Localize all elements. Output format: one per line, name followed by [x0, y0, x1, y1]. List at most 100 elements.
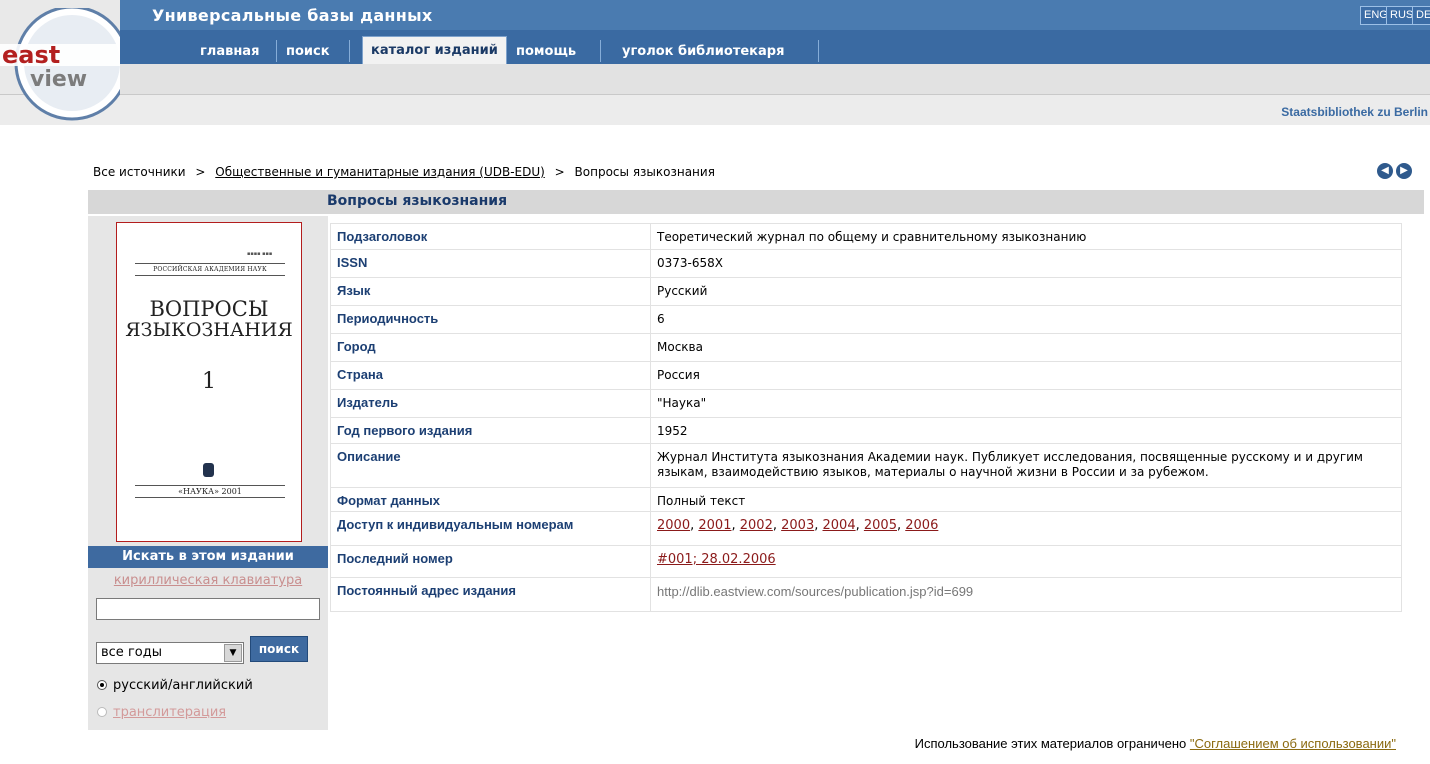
year-link-2000[interactable]: 2000 — [657, 518, 690, 533]
year-select[interactable]: все годы ▼ — [96, 642, 244, 664]
header-band — [120, 64, 1430, 94]
year-link-2002[interactable]: 2002 — [740, 518, 773, 533]
usage-notice-text: Использование этих материалов ограничено — [914, 736, 1187, 751]
row-value: Журнал Института языкознания Академии на… — [650, 443, 1402, 488]
table-row: Страна Россия — [330, 361, 1402, 390]
row-value: Теоретический журнал по общему и сравнит… — [650, 223, 1402, 250]
nav-divider — [600, 40, 601, 62]
table-row: ISSN 0373-658X — [330, 249, 1402, 278]
radio-selected-icon[interactable] — [97, 680, 107, 690]
table-row: Последний номер #001; 28.02.2006 — [330, 545, 1402, 578]
cover-emblem-icon — [203, 463, 214, 477]
table-row: Описание Журнал Института языкознания Ак… — [330, 443, 1402, 488]
cover-image: ▪▪▪▪ ▪▪▪ РОССИЙСКАЯ АКАДЕМИЯ НАУК ВОПРОС… — [116, 222, 302, 542]
search-in-publication-heading: Искать в этом издании — [88, 546, 328, 568]
year-separator: , — [690, 518, 695, 533]
publication-details-table: Подзаголовок Теоретический журнал по общ… — [330, 223, 1402, 612]
cyrillic-keyboard-link[interactable]: кириллическая клавиатура — [88, 573, 328, 588]
year-links: 2000, 2001, 2002, 2003, 2004, 2005, 2006 — [650, 511, 1402, 546]
breadcrumb-separator: > — [195, 165, 206, 179]
row-value: #001; 28.02.2006 — [650, 545, 1402, 578]
radio-ru-en[interactable]: русский/английский — [97, 678, 253, 693]
row-value: "Наука" — [650, 389, 1402, 418]
cover-small-print: ▪▪▪▪ ▪▪▪ — [247, 251, 273, 257]
cover-title-line1: ВОПРОСЫ — [149, 297, 269, 321]
row-value: Россия — [650, 361, 1402, 390]
year-link-2006[interactable]: 2006 — [905, 518, 938, 533]
row-value: Полный текст — [650, 487, 1402, 512]
search-input[interactable] — [96, 598, 320, 620]
table-row: Издатель "Наука" — [330, 389, 1402, 418]
eastview-logo[interactable]: east view — [0, 8, 120, 126]
row-label: Подзаголовок — [330, 223, 651, 250]
row-label: Издатель — [330, 389, 651, 418]
year-link-2001[interactable]: 2001 — [698, 518, 731, 533]
breadcrumb-root[interactable]: Все источники — [93, 165, 186, 179]
row-label: Город — [330, 333, 651, 362]
lang-de-button[interactable]: DE — [1412, 6, 1430, 25]
row-label: Периодичность — [330, 305, 651, 334]
last-issue-link[interactable]: #001; 28.02.2006 — [657, 552, 776, 567]
row-value: 1952 — [650, 417, 1402, 444]
row-label: ISSN — [330, 249, 651, 278]
table-row: Язык Русский — [330, 277, 1402, 306]
radio-translit-label[interactable]: транслитерация — [113, 705, 226, 720]
nav-librarian-corner[interactable]: уголок библиотекаря — [614, 42, 792, 62]
year-separator: , — [814, 518, 819, 533]
year-link-2004[interactable]: 2004 — [823, 518, 856, 533]
row-value: Москва — [650, 333, 1402, 362]
row-label: Страна — [330, 361, 651, 390]
radio-unselected-icon[interactable] — [97, 707, 107, 717]
table-row: Периодичность 6 — [330, 305, 1402, 334]
usage-notice: Использование этих материалов ограничено… — [915, 736, 1396, 751]
nav-help[interactable]: помощь — [508, 42, 584, 62]
arrow-right-icon[interactable]: ▶ — [1396, 163, 1412, 179]
nav-search[interactable]: поиск — [278, 42, 338, 62]
table-row: Подзаголовок Теоретический журнал по общ… — [330, 223, 1402, 250]
radio-ru-en-label: русский/английский — [113, 678, 253, 693]
row-label: Доступ к индивидуальным номерам — [330, 511, 651, 546]
nav-divider — [276, 40, 277, 62]
search-button[interactable]: поиск — [250, 636, 308, 662]
table-row: Формат данных Полный текст — [330, 487, 1402, 512]
row-value: 6 — [650, 305, 1402, 334]
row-value: 0373-658X — [650, 249, 1402, 278]
row-label: Язык — [330, 277, 651, 306]
row-label: Постоянный адрес издания — [330, 577, 651, 612]
institution-name: Staatsbibliothek zu Berlin — [1281, 105, 1428, 119]
nav-main[interactable]: главная — [192, 42, 267, 62]
usage-agreement-link[interactable]: "Соглашением об использовании" — [1190, 736, 1396, 751]
breadcrumb-separator: > — [554, 165, 565, 179]
row-label: Описание — [330, 443, 651, 488]
breadcrumb: Все источники > Общественные и гуманитар… — [93, 165, 715, 179]
row-label: Год первого издания — [330, 417, 651, 444]
cover-footer: «НАУКА» 2001 — [135, 485, 285, 498]
nav-divider — [349, 40, 350, 62]
sub-header-band — [0, 94, 1430, 125]
cover-issue-number: 1 — [202, 369, 216, 394]
publication-title-bar — [88, 190, 1424, 214]
table-row: Постоянный адрес издания http://dlib.eas… — [330, 577, 1402, 612]
arrow-left-icon[interactable]: ◀ — [1377, 163, 1393, 179]
table-row: Город Москва — [330, 333, 1402, 362]
logo-east: east — [2, 41, 60, 69]
year-separator: , — [896, 518, 902, 533]
table-row: Доступ к индивидуальным номерам 2000, 20… — [330, 511, 1402, 546]
year-link-2005[interactable]: 2005 — [864, 518, 897, 533]
logo-view: view — [30, 67, 87, 92]
year-separator: , — [772, 518, 777, 533]
cover-title-line2: ЯЗЫКОЗНАНИЯ — [125, 319, 293, 341]
nav-divider — [818, 40, 819, 62]
year-select-value: все годы — [101, 645, 162, 660]
permalink-value[interactable]: http://dlib.eastview.com/sources/publica… — [657, 584, 973, 599]
radio-translit[interactable]: транслитерация — [97, 705, 226, 720]
year-separator: , — [731, 518, 736, 533]
breadcrumb-collection-link[interactable]: Общественные и гуманитарные издания (UDB… — [215, 165, 545, 179]
site-title: Универсальные базы данных — [152, 6, 433, 25]
chevron-down-icon[interactable]: ▼ — [224, 644, 242, 662]
breadcrumb-current: Вопросы языкознания — [574, 165, 715, 179]
cover-academy: РОССИЙСКАЯ АКАДЕМИЯ НАУК — [135, 263, 285, 276]
year-link-2003[interactable]: 2003 — [781, 518, 814, 533]
nav-catalog[interactable]: каталог изданий — [362, 36, 507, 65]
pager-arrows: ◀ ▶ — [1374, 162, 1412, 179]
